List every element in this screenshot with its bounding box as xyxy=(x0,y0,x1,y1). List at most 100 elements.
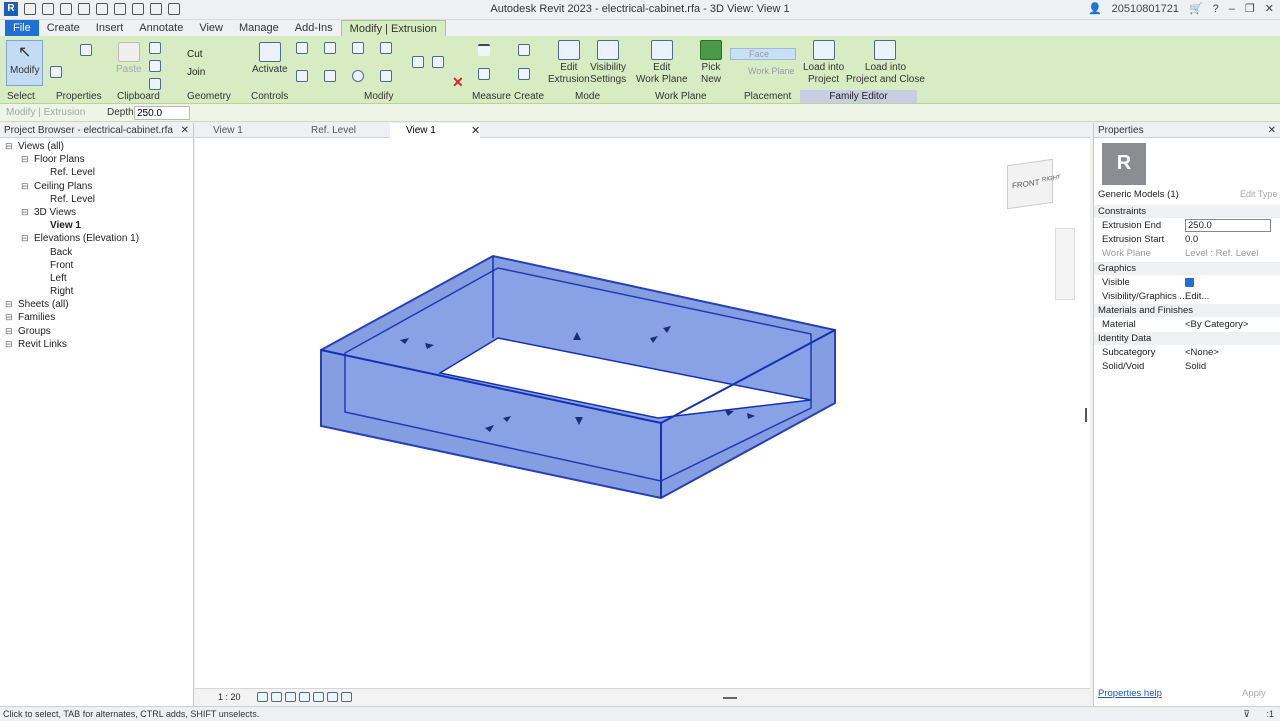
measure-icon[interactable] xyxy=(478,44,490,56)
tree-item[interactable]: Ref. Level xyxy=(0,193,193,206)
property-row[interactable]: Work Plane Level : Ref. Level xyxy=(1094,247,1280,261)
face-option[interactable]: Face xyxy=(730,48,796,60)
close-icon[interactable]: ✕ xyxy=(181,123,189,138)
tree-item[interactable]: ⊟ Sheets (all) xyxy=(0,298,193,311)
tab-create[interactable]: Create xyxy=(39,20,88,36)
property-row[interactable]: Material <By Category> xyxy=(1094,318,1280,332)
property-section-header[interactable]: Constraints xyxy=(1094,205,1280,218)
property-value[interactable]: Solid xyxy=(1185,360,1206,374)
tree-item[interactable]: Back xyxy=(0,246,193,259)
expand-icon[interactable]: ⊟ xyxy=(5,298,13,311)
navigation-bar[interactable] xyxy=(1055,228,1075,300)
filter-icon[interactable]: ⊽ xyxy=(1243,707,1250,721)
type-selector[interactable]: Generic Models (1) xyxy=(1098,189,1218,200)
copy-icon[interactable] xyxy=(149,60,161,72)
property-value[interactable]: 0.0 xyxy=(1185,233,1198,247)
property-section-header[interactable]: Identity Data xyxy=(1094,332,1280,346)
subcategory-icon[interactable] xyxy=(518,68,530,80)
mirror-axis-icon[interactable] xyxy=(352,42,364,54)
expand-icon[interactable]: ⊟ xyxy=(5,311,13,324)
delete-icon[interactable]: ✕ xyxy=(452,74,464,91)
properties-icon[interactable] xyxy=(50,66,62,78)
property-section-header[interactable]: Graphics xyxy=(1094,261,1280,275)
expand-icon[interactable]: ⊟ xyxy=(21,206,29,219)
tab-view-1-active[interactable]: View 1 xyxy=(390,123,480,138)
work-plane-option[interactable]: Work Plane xyxy=(730,66,794,76)
crop-icon[interactable] xyxy=(313,692,324,702)
mirror-draw-icon[interactable] xyxy=(380,42,392,54)
copy-elem-icon[interactable] xyxy=(324,70,336,82)
property-value[interactable]: 250.0 xyxy=(1185,219,1271,232)
help-icon[interactable]: ? xyxy=(1213,3,1219,15)
tab-modify-extrusion[interactable]: Modify | Extrusion xyxy=(340,20,446,36)
edit-type-button[interactable]: Edit Type xyxy=(1240,189,1277,199)
reveal-icon[interactable] xyxy=(341,692,352,702)
modify-button[interactable]: ↖ Modify xyxy=(6,40,44,86)
viewcube-front[interactable]: FRONT xyxy=(1012,178,1040,191)
detail-level-icon[interactable] xyxy=(257,692,268,702)
property-row[interactable]: Solid/Void Solid xyxy=(1094,360,1280,374)
tree-item[interactable]: ⊟ Elevations (Elevation 1) xyxy=(0,232,193,245)
cut-geometry-button[interactable]: Cut xyxy=(187,49,203,60)
property-row[interactable]: Visibility/Graphics ... Edit... xyxy=(1094,290,1280,304)
trim-icon[interactable] xyxy=(380,70,392,82)
load-into-project-button[interactable]: Load into Project xyxy=(803,40,844,86)
paste-button[interactable]: Paste xyxy=(116,42,142,76)
rotate-icon[interactable] xyxy=(352,70,364,82)
match-icon[interactable] xyxy=(149,78,161,90)
property-row[interactable]: Subcategory <None> xyxy=(1094,346,1280,360)
tab-ref-level[interactable]: Ref. Level xyxy=(295,123,385,138)
visual-style-icon[interactable] xyxy=(271,692,282,702)
property-row[interactable]: Extrusion Start 0.0 xyxy=(1094,233,1280,247)
visibility-settings-button[interactable]: Visibility Settings xyxy=(590,40,626,86)
cart-icon[interactable]: 🛒 xyxy=(1189,2,1203,15)
tree-item[interactable]: ⊟ Revit Links xyxy=(0,338,193,351)
expand-icon[interactable]: ⊟ xyxy=(21,232,29,245)
scrollbar-thumb[interactable] xyxy=(723,697,737,699)
cut-icon[interactable] xyxy=(149,42,161,54)
tab-file[interactable]: File xyxy=(5,20,39,36)
property-value[interactable]: Edit... xyxy=(1185,290,1209,304)
shadows-icon[interactable] xyxy=(299,692,310,702)
property-row[interactable]: Visible xyxy=(1094,276,1280,290)
view-scale[interactable]: 1 : 20 xyxy=(218,692,241,702)
hide-isolate-icon[interactable] xyxy=(327,692,338,702)
edit-work-plane-button[interactable]: Edit Work Plane xyxy=(636,40,688,86)
properties-help-link[interactable]: Properties help xyxy=(1098,688,1162,699)
close-icon[interactable]: ✕ xyxy=(471,124,480,137)
panel-select[interactable]: Select xyxy=(7,91,35,102)
expand-icon[interactable]: ⊟ xyxy=(21,180,29,193)
close-icon[interactable]: ✕ xyxy=(1268,123,1276,138)
join-geometry-button[interactable]: Join xyxy=(187,67,205,78)
tab-insert[interactable]: Insert xyxy=(88,20,132,36)
expand-icon[interactable]: ⊟ xyxy=(5,338,13,351)
scale-icon[interactable] xyxy=(432,56,444,68)
tab-view[interactable]: View xyxy=(191,20,231,36)
tree-item[interactable]: Right xyxy=(0,285,193,298)
extrusion-solid[interactable] xyxy=(320,254,836,500)
activate-button[interactable]: Activate xyxy=(252,42,288,76)
tab-add-ins[interactable]: Add-Ins xyxy=(287,20,341,36)
expand-icon[interactable]: ⊟ xyxy=(5,325,13,338)
tab-annotate[interactable]: Annotate xyxy=(131,20,191,36)
property-value[interactable]: <By Category> xyxy=(1185,318,1248,332)
tree-item[interactable]: ⊟ Groups xyxy=(0,325,193,338)
edit-extrusion-button[interactable]: Edit Extrusion xyxy=(548,40,590,86)
user-icon[interactable]: 👤 xyxy=(1088,2,1102,15)
tree-item[interactable]: View 1 xyxy=(0,219,193,232)
pick-new-button[interactable]: Pick New xyxy=(700,40,722,86)
dimension-icon[interactable] xyxy=(478,68,490,80)
3d-viewport[interactable]: FRONT RIGHT xyxy=(195,138,1090,688)
tree-item[interactable]: ⊟ Families xyxy=(0,311,193,324)
offset-icon[interactable] xyxy=(324,42,336,54)
property-value[interactable]: Level : Ref. Level xyxy=(1185,247,1258,261)
tree-item[interactable]: Ref. Level xyxy=(0,166,193,179)
create-similar-icon[interactable] xyxy=(518,44,530,56)
property-section-header[interactable]: Materials and Finishes xyxy=(1094,304,1280,317)
expand-icon[interactable]: ⊟ xyxy=(21,153,29,166)
property-value[interactable]: <None> xyxy=(1185,346,1219,360)
scroll-indicator[interactable] xyxy=(1085,408,1087,422)
property-row[interactable]: Extrusion End 250.0 xyxy=(1094,219,1280,233)
minimize-icon[interactable]: – xyxy=(1229,3,1235,15)
expand-icon[interactable]: ⊟ xyxy=(5,140,13,153)
